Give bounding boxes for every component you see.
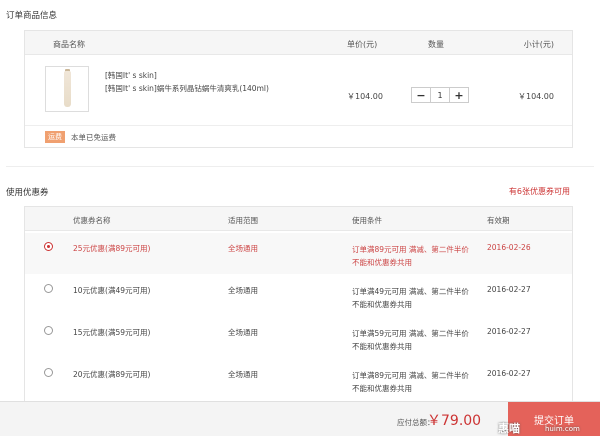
- watermark-logo: 惠喵: [498, 422, 520, 435]
- product-subtotal: ￥104.00: [518, 92, 554, 101]
- coupon-section-title: 使用优惠券: [6, 188, 49, 198]
- coupon-radio[interactable]: [44, 368, 53, 377]
- coupon-radio[interactable]: [44, 326, 53, 335]
- product-title: [韩国It' s skin]蜗牛系列晶钻蜗牛清爽乳(140ml): [105, 84, 269, 93]
- coupon-condition: 订单满89元可用 满减、第二件半价不能和优惠券共用: [352, 371, 469, 393]
- coupon-name: 15元优惠(满59元可用): [73, 328, 151, 337]
- coupon-scope: 全场通用: [228, 370, 258, 379]
- order-items-panel: 商品名称 单价(元) 数量 小计(元) [韩国It' s skin] [韩国It…: [24, 30, 573, 148]
- coupon-scope: 全场通用: [228, 286, 258, 295]
- product-thumbnail[interactable]: [45, 66, 89, 112]
- quantity-stepper: − 1 +: [411, 87, 469, 103]
- product-unit-price: ￥104.00: [347, 92, 383, 101]
- coupon-expiry: 2016-02-27: [487, 369, 531, 378]
- header-condition: 使用条件: [352, 216, 382, 225]
- coupon-table: 优惠券名称 适用范围 使用条件 有效期 25元优惠(满89元可用) 全场通用 订…: [24, 206, 573, 406]
- coupon-name: 10元优惠(满49元可用): [73, 286, 151, 295]
- available-coupons-count[interactable]: 有6张优惠券可用: [509, 186, 570, 197]
- coupon-expiry: 2016-02-27: [487, 327, 531, 336]
- coupon-row[interactable]: 10元优惠(满49元可用) 全场通用 订单满49元可用 满减、第二件半价不能和优…: [25, 275, 572, 316]
- coupon-expiry: 2016-02-27: [487, 285, 531, 294]
- coupon-condition: 订单满49元可用 满减、第二件半价不能和优惠券共用: [352, 287, 469, 309]
- coupon-condition: 订单满59元可用 满减、第二件半价不能和优惠券共用: [352, 329, 469, 351]
- coupon-condition: 订单满89元可用 满减、第二件半价不能和优惠券共用: [352, 245, 469, 267]
- coupon-row[interactable]: 25元优惠(满89元可用) 全场通用 订单满89元可用 满减、第二件半价不能和优…: [25, 233, 572, 274]
- product-brand: [韩国It' s skin]: [105, 71, 157, 80]
- order-item-row: [韩国It' s skin] [韩国It' s skin]蜗牛系列晶钻蜗牛清爽乳…: [25, 55, 572, 126]
- coupon-radio[interactable]: [44, 284, 53, 293]
- coupon-name: 20元优惠(满89元可用): [73, 370, 151, 379]
- coupon-radio[interactable]: [44, 242, 53, 251]
- watermark-url: huim.com: [545, 425, 580, 433]
- header-quantity: 数量: [428, 40, 444, 49]
- header-subtotal: 小计(元): [523, 40, 554, 49]
- order-table-header: 商品名称 单价(元) 数量 小计(元): [25, 31, 572, 55]
- product-name[interactable]: [韩国It' s skin] [韩国It' s skin]蜗牛系列晶钻蜗牛清爽乳…: [105, 69, 269, 95]
- header-product-name: 商品名称: [53, 40, 85, 49]
- bottle-shape: [64, 71, 71, 107]
- coupon-table-header: 优惠券名称 适用范围 使用条件 有效期: [25, 207, 572, 231]
- quantity-increase-button[interactable]: +: [450, 88, 468, 102]
- coupon-row[interactable]: 20元优惠(满89元可用) 全场通用 订单满89元可用 满减、第二件半价不能和优…: [25, 359, 572, 400]
- header-scope: 适用范围: [228, 216, 258, 225]
- coupon-row[interactable]: 15元优惠(满59元可用) 全场通用 订单满59元可用 满减、第二件半价不能和优…: [25, 317, 572, 358]
- shipping-row: 运费 本单已免运费: [25, 126, 572, 148]
- coupon-name: 25元优惠(满89元可用): [73, 244, 151, 253]
- coupon-scope: 全场通用: [228, 244, 258, 253]
- header-unit-price: 单价(元): [347, 40, 378, 49]
- header-expiry: 有效期: [487, 216, 510, 225]
- shipping-note: 本单已免运费: [71, 133, 116, 142]
- header-coupon-name: 优惠券名称: [73, 216, 111, 225]
- shipping-badge: 运费: [45, 131, 65, 143]
- section-divider: [6, 166, 594, 167]
- quantity-input[interactable]: 1: [430, 88, 450, 102]
- coupon-scope: 全场通用: [228, 328, 258, 337]
- total-amount: ￥79.00: [427, 413, 482, 429]
- quantity-decrease-button[interactable]: −: [412, 88, 430, 102]
- order-info-title: 订单商品信息: [6, 11, 58, 21]
- coupon-expiry: 2016-02-26: [487, 243, 531, 252]
